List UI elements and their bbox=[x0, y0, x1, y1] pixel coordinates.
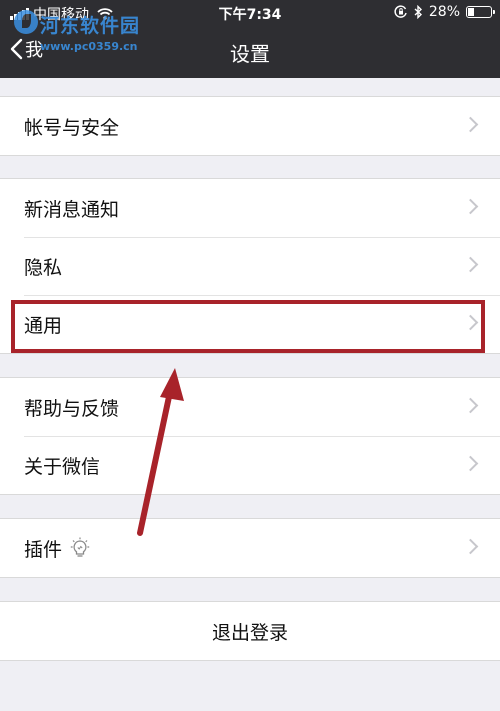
settings-item-privacy[interactable]: 隐私 bbox=[0, 237, 500, 295]
chevron-right-icon bbox=[462, 256, 479, 273]
settings-item-label: 帮助与反馈 bbox=[24, 397, 120, 420]
battery-percent: 28% bbox=[428, 4, 460, 20]
settings-item-label: 插件 bbox=[24, 538, 63, 561]
watermark: 河东软件园 www.pc0359.cn bbox=[14, 6, 174, 56]
watermark-logo-icon bbox=[14, 10, 38, 34]
settings-group-general: 新消息通知 隐私 通用 bbox=[0, 178, 500, 354]
rotation-lock-icon bbox=[394, 5, 407, 18]
lightbulb-icon bbox=[70, 537, 90, 557]
settings-group-account: 帐号与安全 bbox=[0, 96, 500, 156]
watermark-url: www.pc0359.cn bbox=[40, 40, 138, 53]
battery-fill bbox=[468, 8, 474, 16]
settings-item-label: 通用 bbox=[24, 314, 63, 337]
logout-button[interactable]: 退出登录 bbox=[0, 602, 500, 660]
watermark-name: 河东软件园 bbox=[40, 15, 141, 37]
settings-item-label: 帐号与安全 bbox=[24, 116, 120, 139]
settings-item-account-security[interactable]: 帐号与安全 bbox=[0, 97, 500, 155]
chevron-right-icon bbox=[462, 538, 479, 555]
settings-item-label: 隐私 bbox=[24, 256, 63, 279]
logout-group: 退出登录 bbox=[0, 601, 500, 661]
top-bar: 中国移动 下午7:34 28% 我 设置 河东软件园 www.pc0359.cn bbox=[0, 0, 500, 78]
settings-item-label: 新消息通知 bbox=[24, 198, 120, 221]
settings-item-about[interactable]: 关于微信 bbox=[0, 436, 500, 494]
chevron-right-icon bbox=[462, 116, 479, 133]
chevron-right-icon bbox=[462, 198, 479, 215]
settings-item-notifications[interactable]: 新消息通知 bbox=[0, 179, 500, 237]
chevron-right-icon bbox=[462, 314, 479, 331]
settings-item-help-feedback[interactable]: 帮助与反馈 bbox=[0, 378, 500, 436]
settings-group-help: 帮助与反馈 关于微信 bbox=[0, 377, 500, 495]
settings-group-plugins: 插件 bbox=[0, 518, 500, 578]
settings-item-plugins[interactable]: 插件 bbox=[0, 519, 500, 577]
settings-item-label: 关于微信 bbox=[24, 455, 101, 478]
chevron-right-icon bbox=[462, 455, 479, 472]
battery-icon bbox=[466, 6, 495, 18]
settings-item-general[interactable]: 通用 bbox=[0, 295, 500, 353]
bluetooth-icon bbox=[414, 5, 422, 19]
chevron-right-icon bbox=[462, 397, 479, 414]
status-right: 28% bbox=[394, 4, 495, 20]
